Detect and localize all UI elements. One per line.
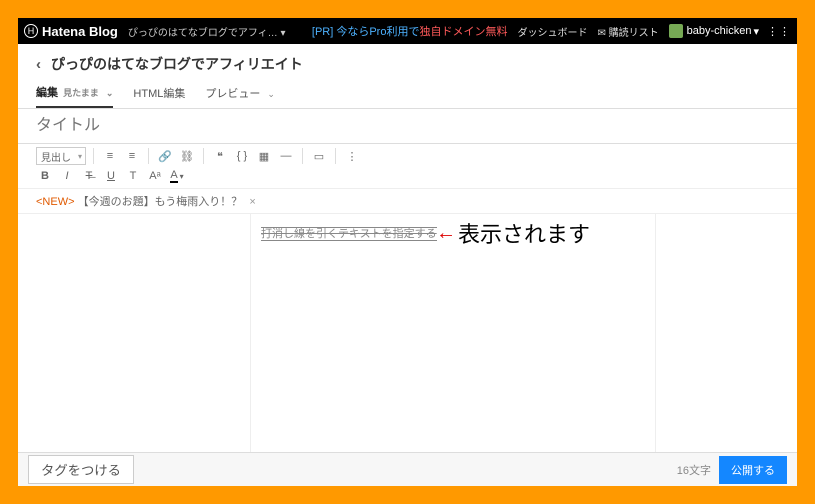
fontsize-button[interactable]: Aᵃ bbox=[146, 167, 164, 185]
blog-name: ぴっぴのはてなブログでアフィ… bbox=[128, 28, 278, 39]
nav-dashboard[interactable]: ダッシュボード bbox=[517, 24, 587, 39]
username: baby-chicken bbox=[687, 25, 752, 37]
strikethrough-sample-text[interactable]: 打消し線を引くテキストを指定する bbox=[261, 227, 437, 241]
quote-button[interactable]: ❝ bbox=[211, 147, 229, 165]
hatena-logo-icon: H bbox=[24, 24, 38, 38]
tab-preview[interactable]: プレビュー ⌄ bbox=[205, 85, 275, 107]
italic-button[interactable]: I bbox=[58, 167, 76, 185]
caret-down-icon: ▾ bbox=[180, 172, 184, 181]
arrow-left-icon: ← bbox=[436, 222, 456, 245]
post-title-input[interactable] bbox=[18, 108, 797, 144]
editor-header: ‹ ぴっぴのはてなブログでアフィリエイト 編集 見たまま ⌄ HTML編集 プレ… bbox=[18, 44, 797, 108]
blog-title: ぴっぴのはてなブログでアフィリエイト bbox=[51, 54, 303, 74]
link-button[interactable]: 🔗 bbox=[156, 147, 174, 165]
weekly-topic-notice: <NEW> 【今週のお題】もう梅雨入り！？ × bbox=[18, 189, 797, 214]
topbar: H Hatena Blog ぴっぴのはてなブログでアフィ… ▾ [PR] 今なら… bbox=[18, 18, 797, 44]
add-tag-button[interactable]: タグをつける bbox=[28, 455, 134, 484]
nav-subscription-list[interactable]: ✉ 購読リスト bbox=[597, 24, 658, 39]
new-badge: <NEW> bbox=[36, 196, 75, 208]
tab-html[interactable]: HTML編集 bbox=[133, 85, 185, 107]
back-button[interactable]: ‹ bbox=[36, 56, 41, 73]
strike-button[interactable]: T̶ bbox=[80, 167, 98, 185]
blog-selector[interactable]: ぴっぴのはてなブログでアフィ… ▾ bbox=[128, 24, 286, 39]
editor-footer: タグをつける 16文字 公開する bbox=[18, 452, 797, 486]
caret-down-icon: ▾ bbox=[280, 28, 285, 39]
hr-button[interactable]: — bbox=[277, 147, 295, 165]
chevron-down-icon: ⌄ bbox=[267, 89, 275, 99]
ul-button[interactable]: ≡ bbox=[101, 147, 119, 165]
close-icon[interactable]: × bbox=[249, 196, 255, 208]
ol-button[interactable]: ≡ bbox=[123, 147, 141, 165]
editor-toolbar: 見出し ≡ ≡ 🔗 ⛓ ❝ { } ▦ — ▭ ⋮ B I T̶ U T Aᵃ … bbox=[18, 144, 797, 189]
character-count: 16文字 bbox=[677, 462, 711, 478]
unlink-button[interactable]: ⛓ bbox=[178, 147, 196, 165]
editor-content-area: 打消し線を引くテキストを指定する ← 表示されます bbox=[18, 214, 797, 452]
notice-text[interactable]: 【今週のお題】もう梅雨入り！？ bbox=[78, 196, 243, 208]
annotation-text: 表示されます bbox=[458, 217, 590, 249]
mail-icon: ✉ bbox=[597, 28, 605, 39]
tt-button[interactable]: T bbox=[124, 167, 142, 185]
brand-label: Hatena Blog bbox=[42, 24, 118, 39]
bold-button[interactable]: B bbox=[36, 167, 54, 185]
promo-link[interactable]: [PR] 今ならPro利用で独自ドメイン無料 bbox=[312, 23, 508, 39]
tab-edit[interactable]: 編集 見たまま ⌄ bbox=[36, 84, 113, 108]
app-window: H Hatena Blog ぴっぴのはてなブログでアフィ… ▾ [PR] 今なら… bbox=[18, 18, 797, 486]
caret-down-icon: ▾ bbox=[753, 25, 759, 38]
heading-select[interactable]: 見出し bbox=[36, 147, 86, 165]
underline-button[interactable]: U bbox=[102, 167, 120, 185]
image-button[interactable]: ▭ bbox=[310, 147, 328, 165]
publish-button[interactable]: 公開する bbox=[719, 456, 787, 484]
code-button[interactable]: { } bbox=[233, 147, 251, 165]
app-menu-icon[interactable]: ⋮⋮ bbox=[767, 25, 791, 38]
user-menu[interactable]: baby-chicken ▾ bbox=[669, 24, 759, 38]
chevron-down-icon: ⌄ bbox=[106, 88, 114, 98]
editor-canvas[interactable]: 打消し線を引くテキストを指定する bbox=[250, 214, 656, 452]
more-button[interactable]: ⋮ bbox=[343, 147, 361, 165]
color-button[interactable]: A ▾ bbox=[168, 167, 186, 185]
annotation-overlay: ← 表示されます bbox=[436, 217, 590, 249]
editor-tabs: 編集 見たまま ⌄ HTML編集 プレビュー ⌄ bbox=[36, 84, 779, 108]
avatar bbox=[669, 24, 683, 38]
table-button[interactable]: ▦ bbox=[255, 147, 273, 165]
